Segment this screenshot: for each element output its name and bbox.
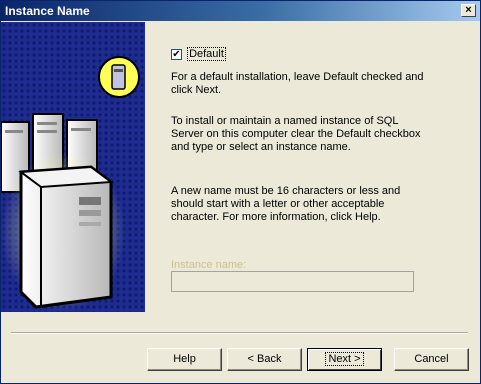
check-icon: ✔ bbox=[172, 48, 181, 60]
help-button[interactable]: Help bbox=[147, 348, 222, 371]
next-button[interactable]: Next > bbox=[307, 348, 382, 371]
title-bar[interactable]: Instance Name × bbox=[1, 1, 480, 21]
default-checkbox-label[interactable]: Default bbox=[187, 47, 226, 62]
instance-name-label: Instance name: bbox=[171, 259, 247, 271]
default-checkbox[interactable]: ✔ bbox=[171, 48, 182, 60]
help-button-label: Help bbox=[173, 353, 196, 365]
close-icon: × bbox=[465, 4, 472, 16]
default-install-text: For a default installation, leave Defaul… bbox=[171, 71, 424, 96]
instance-name-input[interactable] bbox=[171, 271, 414, 292]
cancel-button[interactable]: Cancel bbox=[394, 348, 469, 371]
cancel-button-label: Cancel bbox=[414, 353, 449, 365]
named-instance-text: To install or maintain a named instance … bbox=[171, 115, 421, 153]
button-divider bbox=[11, 332, 468, 334]
window-title: Instance Name bbox=[5, 4, 90, 18]
server-computers-illustration bbox=[1, 22, 145, 312]
name-rules-text: A new name must be 16 characters or less… bbox=[171, 185, 401, 223]
close-button[interactable]: × bbox=[461, 4, 476, 17]
next-button-label: Next > bbox=[325, 352, 364, 366]
back-button-label: < Back bbox=[247, 353, 282, 365]
back-button[interactable]: < Back bbox=[227, 348, 302, 371]
default-checkbox-row[interactable]: ✔ Default bbox=[171, 47, 226, 62]
dialog-window: Instance Name × ✔ Default For a default … bbox=[0, 0, 481, 384]
